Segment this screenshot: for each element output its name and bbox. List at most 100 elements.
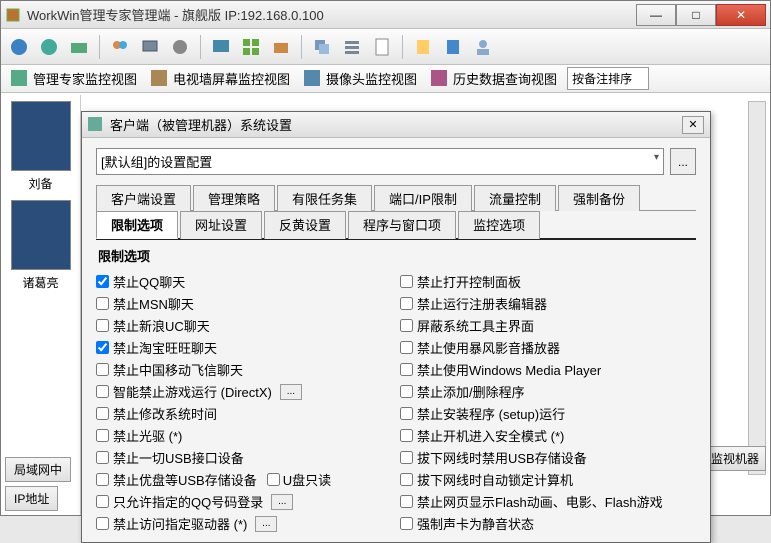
option-checkbox[interactable] (400, 363, 413, 376)
sort-combo[interactable]: 按备注排序 (567, 67, 649, 90)
option-row: 禁止使用Windows Media Player (400, 360, 696, 379)
tab-监控选项[interactable]: 监控选项 (458, 211, 540, 239)
tab-限制选项[interactable]: 限制选项 (96, 211, 178, 239)
option-label: 禁止安装程序 (setup)运行 (417, 404, 565, 423)
option-checkbox[interactable] (400, 385, 413, 398)
option-checkbox[interactable] (96, 407, 109, 420)
options-column-right: 禁止打开控制面板禁止运行注册表编辑器屏蔽系统工具主界面禁止使用暴风影音播放器禁止… (400, 269, 696, 536)
dialog-title: 客户端（被管理机器）系统设置 (110, 115, 682, 134)
option-row: 禁止安装程序 (setup)运行 (400, 404, 696, 423)
tab-网址设置[interactable]: 网址设置 (180, 211, 262, 239)
client-thumbnail[interactable] (11, 200, 71, 270)
user-icon[interactable] (471, 35, 495, 59)
toolbar-separator (200, 35, 201, 59)
notes-icon[interactable] (411, 35, 435, 59)
option-checkbox[interactable] (400, 495, 413, 508)
view-expert[interactable]: 管理专家监控视图 (7, 67, 141, 90)
client-name: 诸葛亮 (3, 274, 78, 291)
option-row: 禁止一切USB接口设备 (96, 448, 392, 467)
option-row: 智能禁止游戏运行 (DirectX)... (96, 382, 392, 401)
option-checkbox[interactable] (96, 429, 109, 442)
scrollbar[interactable] (748, 101, 766, 475)
browse-button[interactable]: ... (670, 148, 696, 175)
inline-option: U盘只读 (267, 470, 331, 489)
tab-流量控制[interactable]: 流量控制 (474, 185, 556, 211)
option-checkbox[interactable] (96, 495, 109, 508)
option-more-button[interactable]: ... (255, 516, 277, 532)
option-checkbox[interactable] (96, 275, 109, 288)
windows-icon[interactable] (310, 35, 334, 59)
option-checkbox[interactable] (96, 319, 109, 332)
list-icon[interactable] (340, 35, 364, 59)
option-label: 禁止MSN聊天 (113, 294, 194, 313)
dialog-close-button[interactable]: ✕ (682, 116, 704, 134)
book-icon[interactable] (441, 35, 465, 59)
option-checkbox[interactable] (96, 517, 109, 530)
minimize-button[interactable]: — (636, 4, 676, 26)
network-icon[interactable] (67, 35, 91, 59)
options-grid: 禁止QQ聊天禁止MSN聊天禁止新浪UC聊天禁止淘宝旺旺聊天禁止中国移动飞信聊天智… (96, 269, 696, 536)
users-icon[interactable] (108, 35, 132, 59)
option-checkbox[interactable] (96, 451, 109, 464)
main-toolbar (1, 29, 770, 65)
option-checkbox[interactable] (400, 341, 413, 354)
wall-icon[interactable] (239, 35, 263, 59)
toolbar-separator (402, 35, 403, 59)
screen-icon[interactable] (209, 35, 233, 59)
monitor-icon[interactable] (138, 35, 162, 59)
option-label: 禁止访问指定驱动器 (*) (113, 514, 247, 533)
ip-address-button[interactable]: IP地址 (5, 486, 58, 511)
globe-icon[interactable] (7, 35, 31, 59)
app-icon (5, 7, 21, 23)
tab-有限任务集[interactable]: 有限任务集 (277, 185, 372, 211)
gear-icon[interactable] (168, 35, 192, 59)
view-history[interactable]: 历史数据查询视图 (427, 67, 561, 90)
view-bar: 管理专家监控视图 电视墙屏幕监控视图 摄像头监控视图 历史数据查询视图 按备注排… (1, 65, 770, 93)
option-checkbox[interactable] (267, 473, 280, 486)
option-checkbox[interactable] (400, 319, 413, 332)
option-label: 禁止修改系统时间 (113, 404, 217, 423)
lan-button[interactable]: 局域网中 (5, 457, 71, 482)
tab-管理策略[interactable]: 管理策略 (193, 185, 275, 211)
sort-combo-value: 按备注排序 (572, 72, 632, 86)
option-checkbox[interactable] (96, 341, 109, 354)
close-button[interactable]: ✕ (716, 4, 766, 26)
option-label: 屏蔽系统工具主界面 (417, 316, 534, 335)
option-checkbox[interactable] (400, 407, 413, 420)
option-checkbox[interactable] (400, 473, 413, 486)
option-checkbox[interactable] (400, 297, 413, 310)
view-camera[interactable]: 摄像头监控视图 (300, 67, 421, 90)
option-row: 禁止运行注册表编辑器 (400, 294, 696, 313)
tab-客户端设置[interactable]: 客户端设置 (96, 185, 191, 211)
option-checkbox[interactable] (400, 517, 413, 530)
option-label: 禁止QQ聊天 (113, 272, 185, 291)
option-row: 禁止优盘等USB存储设备U盘只读 (96, 470, 392, 489)
option-checkbox[interactable] (400, 275, 413, 288)
toolbar-separator (99, 35, 100, 59)
option-checkbox[interactable] (400, 429, 413, 442)
camera-icon[interactable] (269, 35, 293, 59)
option-more-button[interactable]: ... (280, 384, 302, 400)
option-more-button[interactable]: ... (271, 494, 293, 510)
tab-端口/IP限制[interactable]: 端口/IP限制 (374, 185, 472, 211)
history-view-icon (431, 70, 449, 88)
client-thumbnail[interactable] (11, 101, 71, 171)
config-group-combo[interactable]: [默认组]的设置配置 (96, 148, 664, 175)
tab-程序与窗口项[interactable]: 程序与窗口项 (348, 211, 456, 239)
view-tvwall[interactable]: 电视墙屏幕监控视图 (147, 67, 294, 90)
tab-强制备份[interactable]: 强制备份 (558, 185, 640, 211)
globe-gear-icon[interactable] (37, 35, 61, 59)
maximize-button[interactable]: □ (676, 4, 716, 26)
tab-反黄设置[interactable]: 反黄设置 (264, 211, 346, 239)
monitor-machine-button[interactable]: 监视机器 (704, 446, 766, 471)
option-row: 强制声卡为静音状态 (400, 514, 696, 533)
option-checkbox[interactable] (96, 385, 109, 398)
option-row: 禁止使用暴风影音播放器 (400, 338, 696, 357)
option-checkbox[interactable] (96, 363, 109, 376)
option-checkbox[interactable] (400, 451, 413, 464)
tvwall-view-icon (151, 70, 169, 88)
option-row: 禁止添加/删除程序 (400, 382, 696, 401)
report-icon[interactable] (370, 35, 394, 59)
option-checkbox[interactable] (96, 297, 109, 310)
option-checkbox[interactable] (96, 473, 109, 486)
